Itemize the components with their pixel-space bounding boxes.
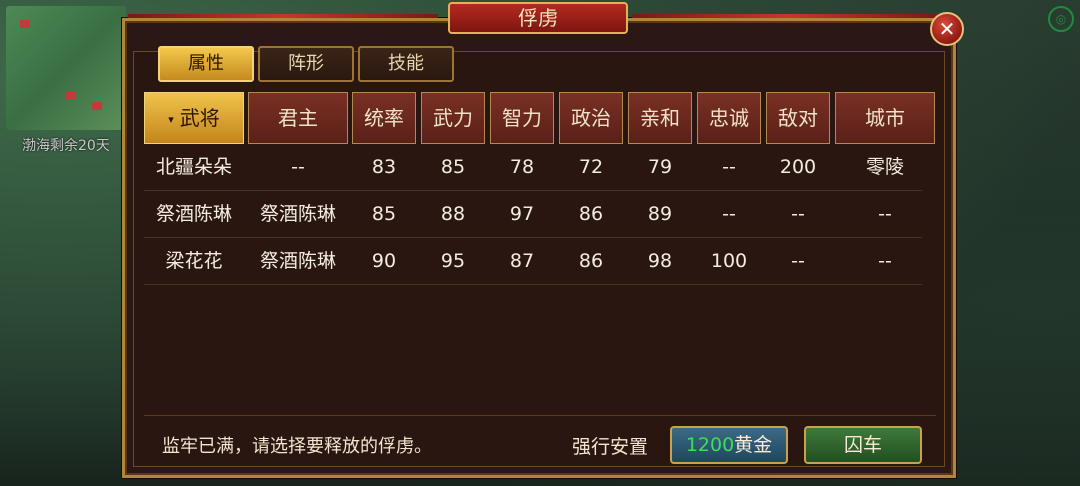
gold-amount: 1200	[685, 434, 735, 456]
minimap-marker	[20, 20, 30, 28]
cell-hostility: --	[791, 203, 805, 225]
cell-city: --	[878, 250, 892, 272]
cell-affinity: 89	[647, 203, 673, 225]
header-command[interactable]: 统率	[352, 92, 416, 144]
dialog-title: 俘虏	[448, 2, 628, 34]
minimap[interactable]	[6, 6, 126, 130]
cell-affinity: 98	[647, 250, 673, 272]
cell-affinity: 79	[647, 156, 673, 178]
cell-politics: 86	[578, 250, 604, 272]
cell-general: 梁花花	[165, 250, 223, 272]
cell-strength: 85	[440, 156, 466, 178]
cell-general: 祭酒陈琳	[155, 203, 232, 225]
cell-hostility: 200	[779, 156, 817, 178]
cell-lord: --	[291, 156, 305, 178]
cell-intelligence: 78	[509, 156, 535, 178]
prison-full-message: 监牢已满，请选择要释放的俘虏。	[162, 436, 432, 457]
title-ornament-right	[632, 14, 942, 18]
footer-divider	[144, 415, 936, 416]
cell-loyalty: 100	[710, 250, 748, 272]
minimap-status-text: 渤海剩余20天	[22, 138, 110, 154]
header-intelligence[interactable]: 智力	[490, 92, 554, 144]
cell-general: 北疆朵朵	[155, 156, 232, 178]
cell-lord: 祭酒陈琳	[259, 203, 336, 225]
force-place-label: 强行安置	[572, 436, 649, 458]
force-place-gold-button[interactable]: 1200黄金	[670, 426, 788, 464]
header-politics[interactable]: 政治	[559, 92, 623, 144]
network-icon: ◎	[1048, 6, 1074, 32]
cell-loyalty: --	[722, 156, 736, 178]
header-city[interactable]: 城市	[835, 92, 935, 144]
header-lord[interactable]: 君主	[248, 92, 348, 144]
cell-politics: 86	[578, 203, 604, 225]
prison-cart-button[interactable]: 囚车	[804, 426, 922, 464]
cell-politics: 72	[578, 156, 604, 178]
cell-command: 85	[371, 203, 397, 225]
table-row[interactable]: 梁花花 祭酒陈琳 90 95 87 86 98 100 -- --	[144, 238, 922, 285]
gold-unit: 黄金	[734, 434, 773, 456]
cell-lord: 祭酒陈琳	[259, 250, 336, 272]
cell-hostility: --	[791, 250, 805, 272]
cell-strength: 88	[440, 203, 466, 225]
header-strength[interactable]: 武力	[421, 92, 485, 144]
header-label: 武将	[179, 106, 220, 130]
header-loyalty[interactable]: 忠诚	[697, 92, 761, 144]
cell-intelligence: 87	[509, 250, 535, 272]
close-icon: ✕	[938, 17, 956, 41]
tab-attributes[interactable]: 属性	[158, 46, 254, 82]
close-button[interactable]: ✕	[930, 12, 964, 46]
header-hostility[interactable]: 敌对	[766, 92, 830, 144]
table-row[interactable]: 祭酒陈琳 祭酒陈琳 85 88 97 86 89 -- -- --	[144, 191, 922, 238]
minimap-marker	[66, 92, 76, 100]
cell-intelligence: 97	[509, 203, 535, 225]
header-affinity[interactable]: 亲和	[628, 92, 692, 144]
table-row[interactable]: 北疆朵朵 -- 83 85 78 72 79 -- 200 零陵	[144, 144, 922, 191]
cell-command: 90	[371, 250, 397, 272]
table-header: ▾ 武将 君主 统率 武力 智力 政治 亲和 忠诚 敌对 城市	[144, 92, 936, 144]
minimap-marker	[92, 102, 102, 110]
tab-skills[interactable]: 技能	[358, 46, 454, 82]
tab-formation[interactable]: 阵形	[258, 46, 354, 82]
header-general[interactable]: ▾ 武将	[144, 92, 244, 144]
title-ornament-left	[128, 14, 438, 18]
cell-city: --	[878, 203, 892, 225]
sort-arrow-icon: ▾	[168, 113, 174, 126]
prisoner-table: ▾ 武将 君主 统率 武力 智力 政治 亲和 忠诚 敌对 城市 北疆朵朵 -- 8…	[144, 92, 936, 285]
cell-strength: 95	[440, 250, 466, 272]
cell-command: 83	[371, 156, 397, 178]
cell-loyalty: --	[722, 203, 736, 225]
cell-city: 零陵	[865, 156, 904, 178]
